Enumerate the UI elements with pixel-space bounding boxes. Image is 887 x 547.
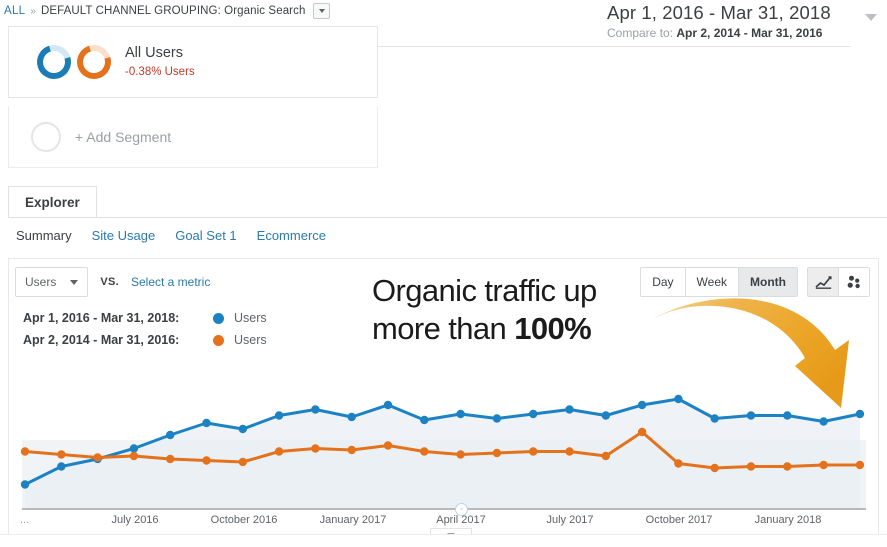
subnav-item-site-usage[interactable]: Site Usage <box>92 228 156 243</box>
metric-select-value: Users <box>25 275 57 289</box>
annotation-line-2-bold: 100% <box>514 311 592 346</box>
tab-strip: Explorer <box>8 186 887 218</box>
legend-range-current: Apr 1, 2016 - Mar 31, 2018: <box>23 311 180 325</box>
annotation-text: Organic traffic up more than 100% <box>372 272 672 348</box>
date-range-compare-label: Compare to: <box>607 26 674 40</box>
add-segment-card[interactable]: + Add Segment <box>8 106 378 168</box>
chart-legend: Apr 1, 2016 - Mar 31, 2018: Users Apr 2,… <box>23 311 267 355</box>
breadcrumb-all-link[interactable]: ALL <box>4 5 25 17</box>
axis-tick-label: April 2017 <box>436 514 486 526</box>
subnav-item-ecommerce[interactable]: Ecommerce <box>257 228 326 243</box>
breadcrumb-dimension-label: DEFAULT CHANNEL GROUPING: Organic Search <box>40 5 306 17</box>
breadcrumb-separator: » <box>30 5 36 17</box>
report-subnav: Summary Site Usage Goal Set 1 Ecommerce <box>16 228 326 243</box>
axis-tick-label: January 2017 <box>319 514 387 526</box>
chevron-down-icon[interactable] <box>313 3 331 19</box>
scatter-plot-icon[interactable] <box>839 268 869 296</box>
line-chart-icon[interactable] <box>808 268 839 296</box>
chevron-down-icon <box>70 279 79 285</box>
axis-tick-label: October 2017 <box>645 514 713 526</box>
tab-explorer[interactable]: Explorer <box>8 186 97 217</box>
annotation-line-2-plain: more than <box>372 311 515 346</box>
legend-range-compare: Apr 2, 2014 - Mar 31, 2016: <box>23 333 180 347</box>
chevron-down-icon[interactable] <box>865 14 877 21</box>
donut-chart-compare-icon <box>71 39 117 85</box>
date-range-selector[interactable]: Apr 1, 2016 - Mar 31, 2018 Compare to: A… <box>607 2 879 41</box>
vs-label: VS. <box>100 276 119 288</box>
date-range-compare-value: Apr 2, 2014 - Mar 31, 2016 <box>676 26 823 40</box>
chart-type-button-group <box>807 267 870 297</box>
segment-title: All Users <box>125 45 184 62</box>
axis-ellipsis: ... <box>20 514 30 526</box>
legend-row-compare: Apr 2, 2014 - Mar 31, 2016: Users <box>23 333 267 347</box>
date-range-primary: Apr 1, 2016 - Mar 31, 2018 <box>607 2 831 23</box>
legend-color-swatch-blue <box>213 312 224 324</box>
analytics-report-page: ALL » DEFAULT CHANNEL GROUPING: Organic … <box>0 0 887 543</box>
breadcrumb: ALL » DEFAULT CHANNEL GROUPING: Organic … <box>4 2 331 20</box>
axis-tick-label: July 2016 <box>111 514 159 526</box>
legend-metric-compare: Users <box>234 333 267 347</box>
metric-selector-bar: Users VS. Select a metric <box>15 267 210 297</box>
add-segment-label: + Add Segment <box>75 128 172 145</box>
segment-delta: -0.38% Users <box>125 66 195 79</box>
axis-tick-label: July 2017 <box>546 514 594 526</box>
annotation-line-1: Organic traffic up <box>372 273 597 308</box>
metric-select[interactable]: Users <box>15 267 89 297</box>
axis-tick-label: January 2018 <box>754 514 822 526</box>
granularity-bar: Day Week Month <box>640 267 870 297</box>
legend-metric-current: Users <box>234 311 267 325</box>
subnav-item-summary[interactable]: Summary <box>16 228 72 243</box>
granularity-button-week[interactable]: Week <box>685 268 740 296</box>
chart-axis-line <box>22 508 866 510</box>
select-a-metric-link[interactable]: Select a metric <box>131 275 210 289</box>
subnav-item-goal-set-1[interactable]: Goal Set 1 <box>175 228 236 243</box>
add-segment-circle-icon <box>31 121 61 152</box>
legend-row-current: Apr 1, 2016 - Mar 31, 2018: Users <box>23 311 267 325</box>
segment-card[interactable]: All Users -0.38% Users <box>8 26 378 98</box>
donut-chart-current-icon <box>31 39 77 85</box>
legend-color-swatch-orange <box>213 334 224 346</box>
tab-underline <box>8 217 887 218</box>
segment-donuts <box>31 39 117 85</box>
axis-tick-label: October 2016 <box>210 514 278 526</box>
granularity-button-month[interactable]: Month <box>739 268 797 296</box>
